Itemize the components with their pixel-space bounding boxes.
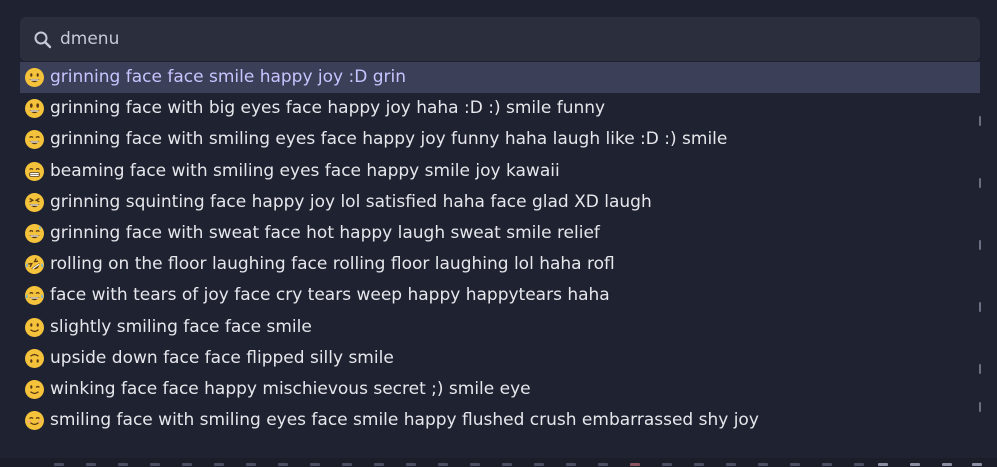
result-label: winking face face happy mischievous secr… bbox=[50, 378, 531, 399]
result-row[interactable]: smiling face with smiling eyes face smil… bbox=[20, 405, 980, 436]
result-label: grinning squinting face happy joy lol sa… bbox=[50, 191, 652, 212]
face-tears-of-joy-icon bbox=[24, 285, 45, 306]
search-input[interactable] bbox=[60, 27, 960, 51]
result-row[interactable]: grinning squinting face happy joy lol sa… bbox=[20, 187, 980, 218]
result-row[interactable]: grinning face face smile happy joy :D gr… bbox=[20, 62, 980, 94]
result-row[interactable]: slightly smiling face face smile bbox=[20, 312, 980, 343]
search-icon bbox=[33, 30, 53, 50]
grinning-face-sweat-icon bbox=[24, 223, 45, 244]
grinning-face-icon bbox=[24, 67, 45, 88]
result-row[interactable]: face with tears of joy face cry tears we… bbox=[20, 280, 980, 311]
grinning-face-big-eyes-icon bbox=[24, 98, 45, 119]
result-label: beaming face with smiling eyes face happ… bbox=[50, 160, 560, 181]
winking-face-icon bbox=[24, 379, 45, 400]
bottom-strip bbox=[0, 458, 997, 467]
upside-down-face-icon bbox=[24, 348, 45, 369]
rolling-on-floor-laughing-icon bbox=[24, 254, 45, 275]
smiling-face-smiling-eyes-icon bbox=[24, 410, 45, 431]
result-row[interactable]: grinning face with smiling eyes face hap… bbox=[20, 124, 980, 155]
result-label: upside down face face flipped silly smil… bbox=[50, 347, 394, 368]
result-label: grinning face face smile happy joy :D gr… bbox=[50, 67, 407, 88]
grinning-squinting-face-icon bbox=[24, 192, 45, 213]
result-row[interactable]: winking face face happy mischievous secr… bbox=[20, 374, 980, 405]
result-row[interactable]: beaming face with smiling eyes face happ… bbox=[20, 156, 980, 187]
emoji-launcher: grinning face face smile happy joy :D gr… bbox=[0, 0, 997, 467]
result-label: grinning face with big eyes face happy j… bbox=[50, 98, 606, 119]
result-label: slightly smiling face face smile bbox=[50, 316, 312, 337]
results-list: grinning face face smile happy joy :D gr… bbox=[20, 62, 980, 447]
result-row[interactable]: rolling on the floor laughing face rolli… bbox=[20, 249, 980, 280]
result-row[interactable]: grinning face with big eyes face happy j… bbox=[20, 93, 980, 124]
result-label: rolling on the floor laughing face rolli… bbox=[50, 254, 615, 275]
slightly-smiling-face-icon bbox=[24, 317, 45, 338]
scroll-indicator bbox=[979, 62, 981, 447]
result-label: grinning face with smiling eyes face hap… bbox=[50, 129, 728, 150]
result-row[interactable]: upside down face face flipped silly smil… bbox=[20, 343, 980, 374]
result-label: grinning face with sweat face hot happy … bbox=[50, 223, 600, 244]
result-row[interactable]: grinning face with sweat face hot happy … bbox=[20, 218, 980, 249]
result-label: face with tears of joy face cry tears we… bbox=[50, 285, 610, 306]
result-label: smiling face with smiling eyes face smil… bbox=[50, 410, 759, 431]
beaming-face-icon bbox=[24, 161, 45, 182]
search-bar[interactable] bbox=[20, 17, 980, 61]
grinning-face-smiling-eyes-icon bbox=[24, 129, 45, 150]
